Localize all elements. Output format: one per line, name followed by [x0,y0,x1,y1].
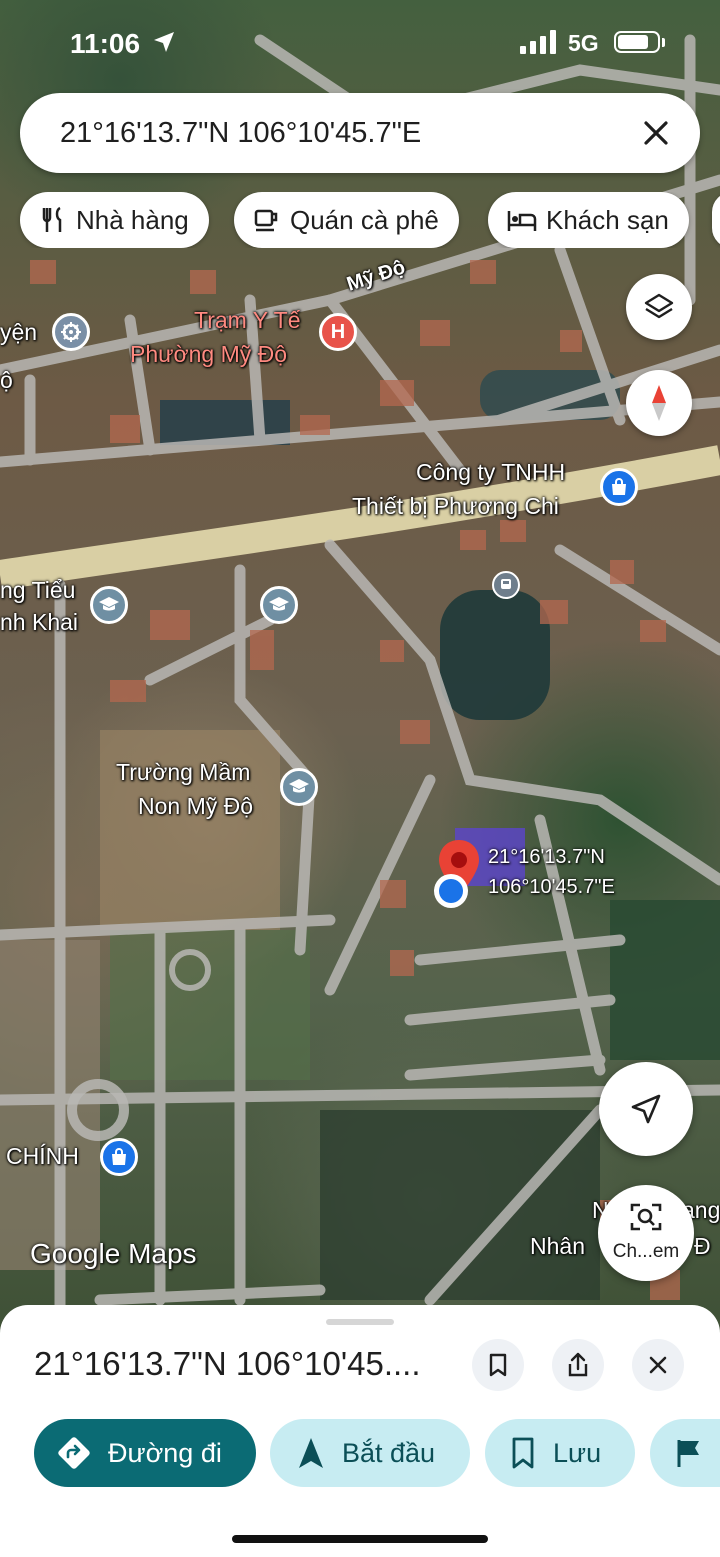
directions-icon [58,1437,90,1469]
pin-coordinates-label: 21°16'13.7"N 106°10'45.7"E [488,842,615,902]
pin-longitude: 106°10'45.7"E [488,876,615,898]
close-button[interactable] [632,1339,684,1391]
coffee-cup-icon [254,209,278,232]
place-of-worship-icon[interactable] [52,313,90,351]
school-icon[interactable] [280,768,318,806]
hospital-icon[interactable]: H [319,313,357,351]
cellular-signal-icon [520,30,556,54]
label-left-edge-2: ộ [0,367,13,393]
directions-button[interactable]: Đường đi [34,1419,256,1487]
directions-label: Đường đi [108,1437,222,1468]
label-truong-mam-non: Trường Mầm [116,759,251,785]
search-query[interactable]: 21°16'13.7"N 106°10'45.7"E [60,117,421,150]
status-time: 11:06 [70,28,141,59]
close-icon[interactable] [638,115,674,151]
navigation-arrow-icon [631,1094,661,1124]
sheet-drag-handle[interactable] [326,1319,394,1325]
bus-stop-icon[interactable] [492,571,520,599]
fork-knife-icon [42,206,62,232]
share-icon [568,1352,588,1377]
label-left-edge-1: yện [0,319,38,345]
save-label: Lưu [553,1437,602,1468]
category-chips: Nhà hàng Quán cà phê Khách sạn [0,192,720,248]
label-thiet-bi: Thiết bị Phương Chi [352,493,559,519]
layers-button[interactable] [626,274,692,340]
navigation-arrow-icon [299,1438,323,1468]
camera-search-icon [630,1203,662,1231]
home-indicator[interactable] [232,1535,488,1543]
label-truong-tieu-hoc: ng Tiểu [0,577,76,603]
battery-level [618,35,649,49]
search-bar[interactable]: 21°16'13.7"N 106°10'45.7"E [20,93,700,173]
label-bottom-right-4: Đ [694,1233,711,1259]
pin-latitude: 21°16'13.7"N [488,846,605,868]
lens-label: Ch...em [612,1241,680,1262]
school-icon[interactable] [90,586,128,624]
place-title: 21°16'13.7"N 106°10'45.... [34,1345,421,1382]
label-cong-ty: Công ty TNHH [416,459,566,485]
battery-tip [662,38,665,47]
status-bar: 11:06 5G [0,0,720,88]
label-minh-khai: nh Khai [0,609,79,635]
school-icon[interactable] [260,586,298,624]
chip-cafes[interactable]: Quán cà phê [234,192,459,248]
bookmark-icon [489,1353,507,1377]
chip-hotels[interactable]: Khách sạn [488,192,689,248]
chip-restaurants[interactable]: Nhà hàng [20,192,209,248]
battery-icon [614,31,660,53]
shopping-bag-icon[interactable] [100,1138,138,1176]
close-icon [649,1356,667,1374]
save-place-button[interactable]: Lưu [485,1419,635,1487]
bed-icon [507,211,537,231]
label-chinh: CHÍNH [6,1143,79,1169]
google-lens-button[interactable]: Ch...em [598,1185,694,1281]
start-button[interactable]: Bắt đầu [270,1419,470,1487]
share-button[interactable] [552,1339,604,1391]
chip-label: Khách sạn [546,204,669,235]
label-place-button[interactable] [650,1419,720,1487]
shopping-bag-icon[interactable] [600,468,638,506]
start-label: Bắt đầu [342,1437,436,1468]
location-arrow-icon [154,32,174,52]
label-phuong-my-do: Phường Mỹ Độ [130,341,288,367]
save-button[interactable] [472,1339,524,1391]
my-location-button[interactable] [599,1062,693,1156]
chip-label: Nhà hàng [76,204,189,235]
label-bottom-right-2: Nhân [530,1233,585,1259]
bookmark-icon [512,1437,534,1469]
current-location-dot-icon [434,874,468,908]
layers-icon [644,293,674,319]
chip-label: Quán cà phê [290,204,439,235]
network-type: 5G [568,30,599,56]
label-non-my-do: Non Mỹ Độ [138,793,254,819]
flag-icon [677,1440,699,1467]
chip-more[interactable] [712,192,720,248]
label-tram-y-te: Trạm Y Tế [194,307,301,333]
place-bottom-sheet[interactable]: 21°16'13.7"N 106°10'45.... Đường đi Bắt … [0,1305,720,1557]
google-maps-logo: Google Maps [30,1238,197,1269]
compass-button[interactable] [626,370,692,436]
compass-icon [652,385,666,421]
